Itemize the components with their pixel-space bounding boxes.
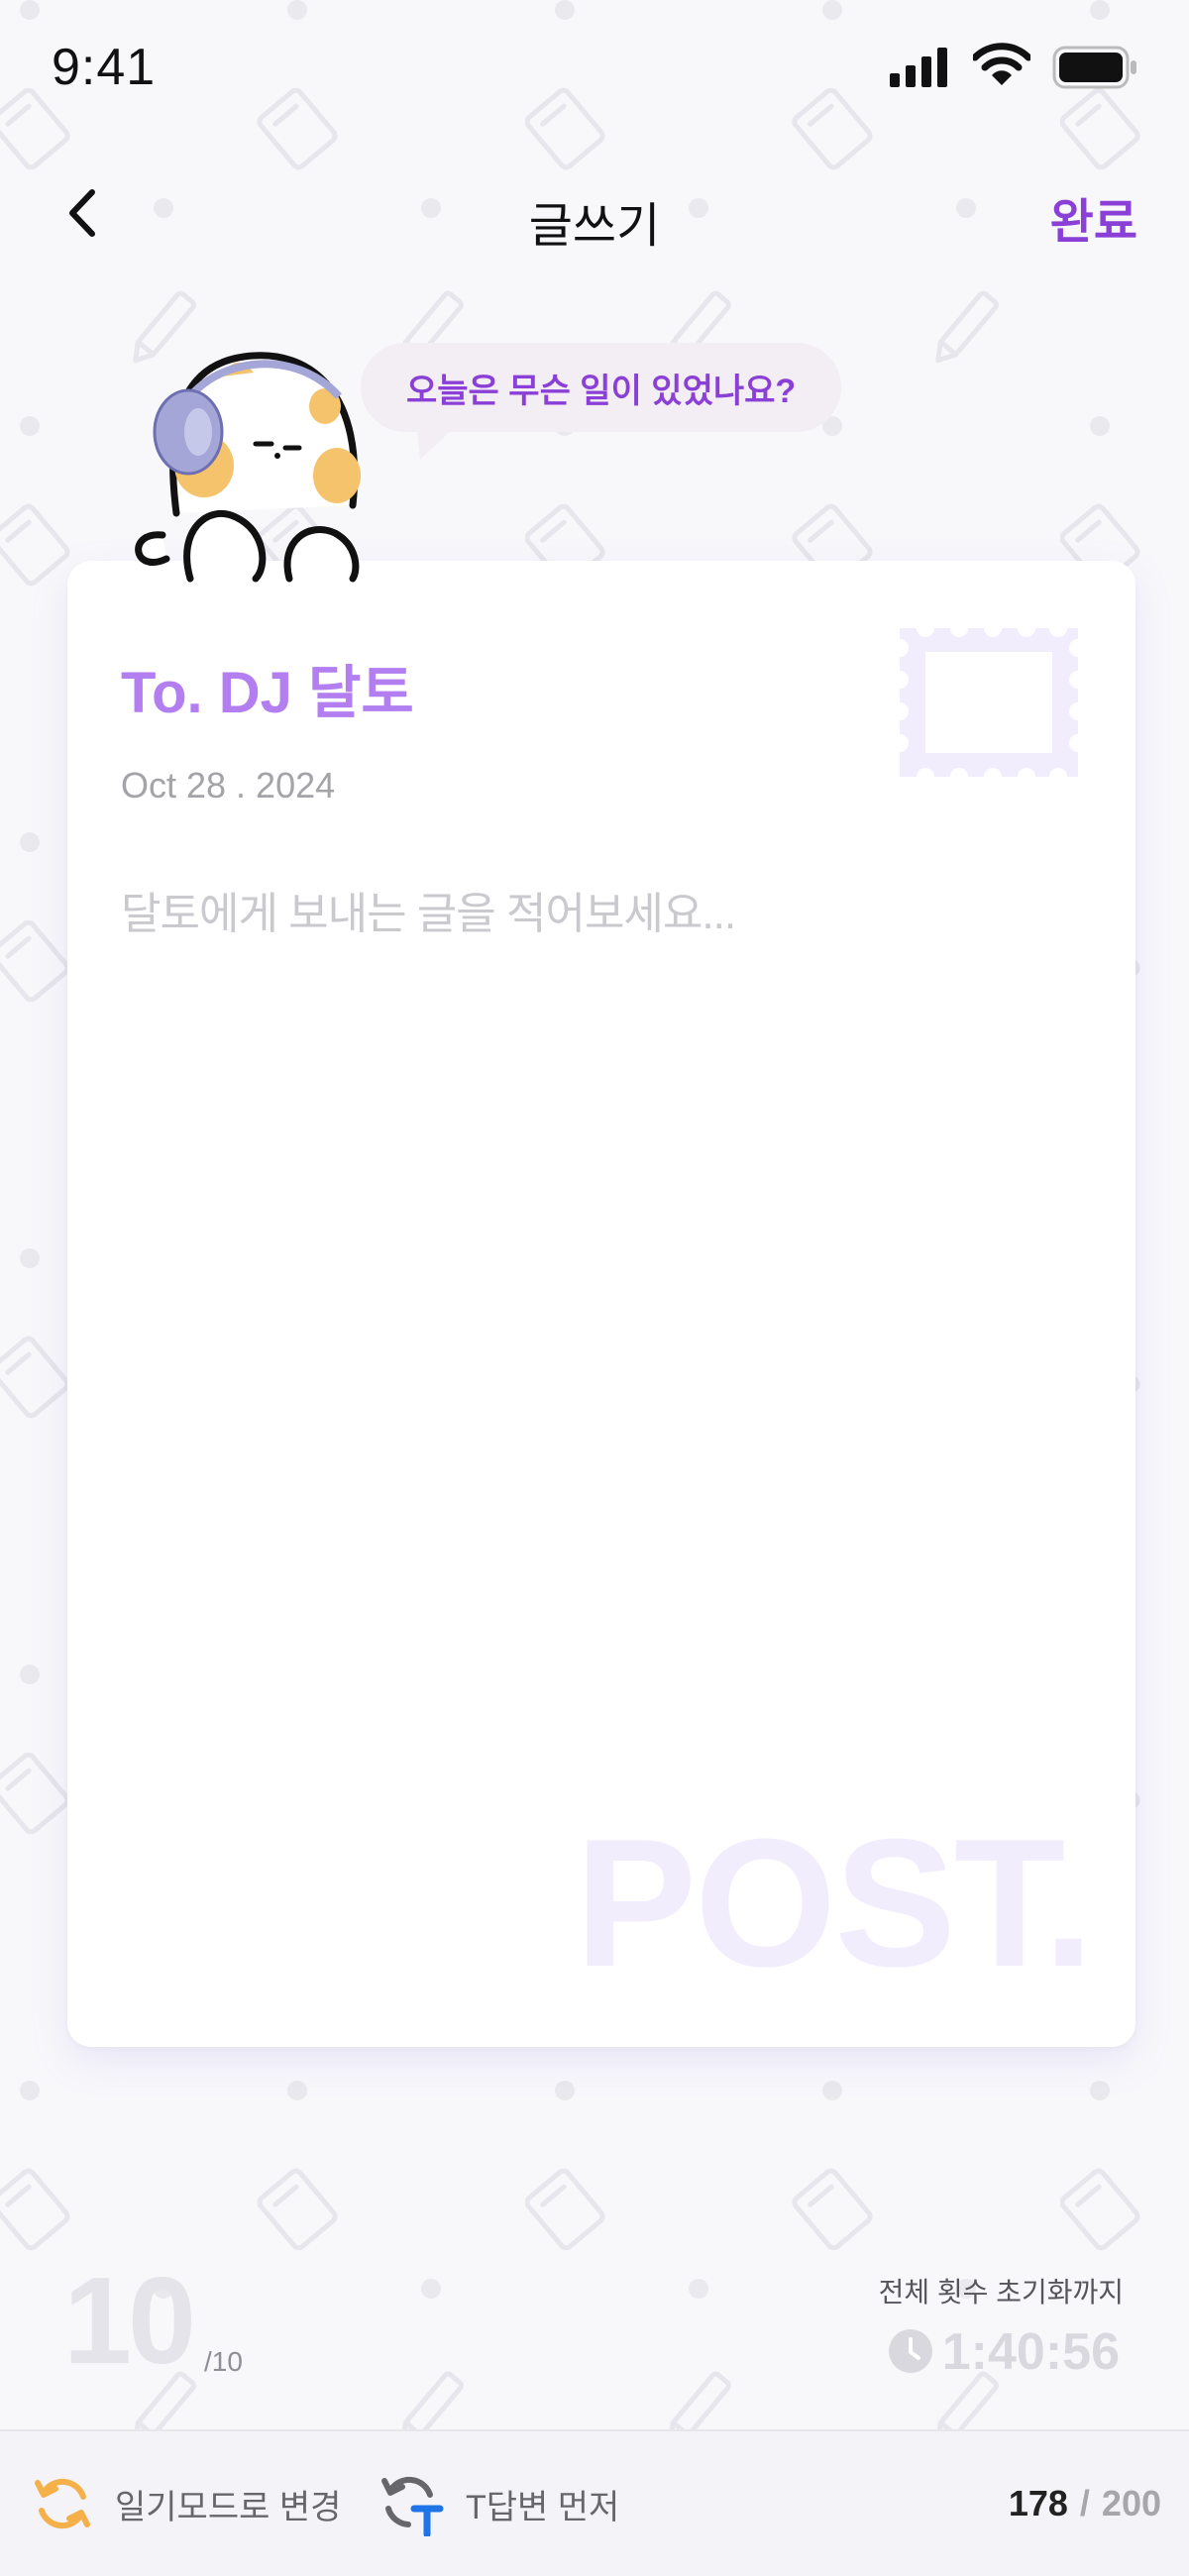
refresh-icon [35,2478,90,2529]
clock-icon [889,2329,932,2373]
letter-recipient: To. DJ 달토 [121,661,414,725]
remaining-count: 10 [63,2253,196,2390]
t-answer-first-button[interactable]: T답변 먼저 [378,2431,619,2576]
char-count-max: 200 [1101,2483,1161,2523]
t-answer-first-label: T답변 먼저 [466,2488,620,2526]
t-refresh-icon [381,2476,444,2536]
status-time: 9:41 [52,39,157,96]
total-count: /10 [204,2346,243,2377]
reset-timer: 1:40:56 [941,2323,1120,2381]
header: 글쓰기 완료 [0,159,1189,268]
letter-date: Oct 28 . 2024 [121,765,336,805]
speech-text: 오늘은 무슨 일이 있었나요? [406,372,797,410]
diary-mode-button[interactable]: 일기모드로 변경 [32,2431,341,2576]
cellular-signal-icon [890,48,947,87]
stamp-icon [891,619,1087,786]
status-bar: 9:41 [0,0,1189,139]
char-count-current: 178 [1008,2483,1068,2523]
page-title: 글쓰기 [528,200,661,253]
battery-icon [1052,46,1136,89]
letter-card: To. DJ 달토 Oct 28 . 2024 달토에게 보내는 글을 적어보세… [67,561,1135,2047]
bottom-toolbar: 일기모드로 변경 T답변 먼저 178 / 200 [0,2429,1189,2576]
speech-bubble: 오늘은 무슨 일이 있었나요? [361,343,842,432]
diary-mode-label: 일기모드로 변경 [115,2488,342,2526]
char-count-separator: / [1079,2483,1090,2523]
post-watermark: POST. [575,1800,1094,2004]
reset-label: 전체 횟수 초기화까지 [878,2277,1124,2308]
mascot-illustration [135,352,361,583]
done-button[interactable]: 완료 [1050,182,1137,252]
wifi-icon [973,43,1030,85]
character-counter: 178 / 200 [1009,2431,1161,2576]
letter-body-input[interactable]: 달토에게 보내는 글을 적어보세요... [121,878,1072,941]
